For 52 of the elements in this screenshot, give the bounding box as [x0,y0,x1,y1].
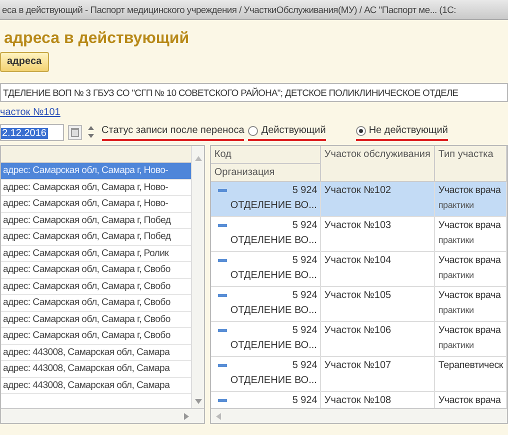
type-cell-text: Терапевтическ [438,359,503,373]
type-cell-text: практики [438,199,475,212]
toolbar-button[interactable]: адреса [0,52,49,72]
date-field[interactable]: 2.12.2016 [0,124,64,140]
column-header[interactable]: Код [211,146,322,164]
table-row[interactable]: 5 924 ОТДЕЛЕНИЕ ВО... Участок №106 Участок врача практики [211,322,507,357]
organization-cell-text: ОТДЕЛЕНИЕ ВО... [229,374,318,388]
district-cell: Участок №107 [324,360,392,371]
type-cell-text: практики [438,234,475,247]
organization-cell-text: ОТДЕЛЕНИЕ ВО... [229,199,318,213]
radio-option[interactable]: Не действующий [356,123,448,141]
type-cell-text: Участок врача [438,324,502,338]
table-row[interactable]: 5 924 ОТДЕЛЕНИЕ ВО... Участок №103 Участок врача практики [211,217,507,252]
table-row[interactable]: 5 924 ОТДЕЛЕНИЕ ВО... Участок №102 Участок врача практики [211,182,507,217]
table-row[interactable]: 5 924 ОТДЕЛЕНИЕ ВО... Участок №104 Участок врача практики [211,252,507,287]
district-cell: Участок №106 [324,325,392,336]
type-cell-text: Участок врача [438,394,502,408]
selected-date-text: 2.12.2016 [1,128,48,138]
organization-field[interactable]: ТДЕЛЕНИЕ ВОП № 3 ГБУЗ СО "СГП № 10 СОВЕТСКОГО РАЙОНА"; ДЕТСКОЕ ПОЛИКЛИНИЧЕСКОЕ ОТДЕЛЕ [0,83,508,102]
code-cell-text: 5 924 [292,289,318,303]
table-row[interactable]: 5 924 ОТДЕЛЕНИЕ ВО... Участок №107 Терапевтическ [211,357,507,392]
code-cell-text: 5 924 [292,184,318,198]
district-cell: Участок №108 [324,395,392,406]
form-title: адреса в действующий [3,29,190,49]
code-cell-text: 5 924 [292,324,318,338]
column-header[interactable]: Организация [211,164,322,182]
column-header[interactable]: Тип участка [435,146,507,182]
type-cell-text: Участок врача [438,219,502,233]
code-cell-text: 5 924 [292,254,318,268]
code-cell-text: 5 924 [292,219,318,233]
organization-cell-text: ОТДЕЛЕНИЕ ВО... [229,304,318,318]
type-cell-text: практики [438,269,475,282]
organization-cell-text: ОТДЕЛЕНИЕ ВО... [229,339,318,353]
type-cell-text: Участок врача [438,254,502,268]
type-cell-text: практики [438,304,475,317]
district-cell: Участок №104 [324,255,392,266]
district-cell: Участок №103 [324,220,392,231]
window-title: еса в действующий - Паспорт медицинского учреждения / УчасткиОбслуживания(МУ) / АС "Паспорт ме... (1С: [2,4,456,15]
type-cell-text: Участок врача [438,184,502,198]
column-header[interactable]: Участок обслуживания [321,146,436,182]
code-cell-text: 5 924 [292,394,318,408]
district-link[interactable]: часток №101 [0,105,60,120]
type-cell-text: Участок врача [438,289,502,303]
code-cell-text: 5 924 [292,359,318,373]
district-cell: Участок №105 [324,290,392,301]
table-row[interactable]: 5 924 ОТДЕЛЕНИЕ ВО... Участок №105 Участок врача практики [211,287,507,322]
organization-cell-text: ОТДЕЛЕНИЕ ВО... [229,234,318,248]
type-cell-text: практики [438,339,475,352]
district-cell: Участок №102 [324,185,392,196]
status-label: Статус записи после переноса [102,123,244,141]
organization-cell-text: ОТДЕЛЕНИЕ ВО... [229,269,318,283]
radio-option[interactable]: Действующий [248,123,326,141]
